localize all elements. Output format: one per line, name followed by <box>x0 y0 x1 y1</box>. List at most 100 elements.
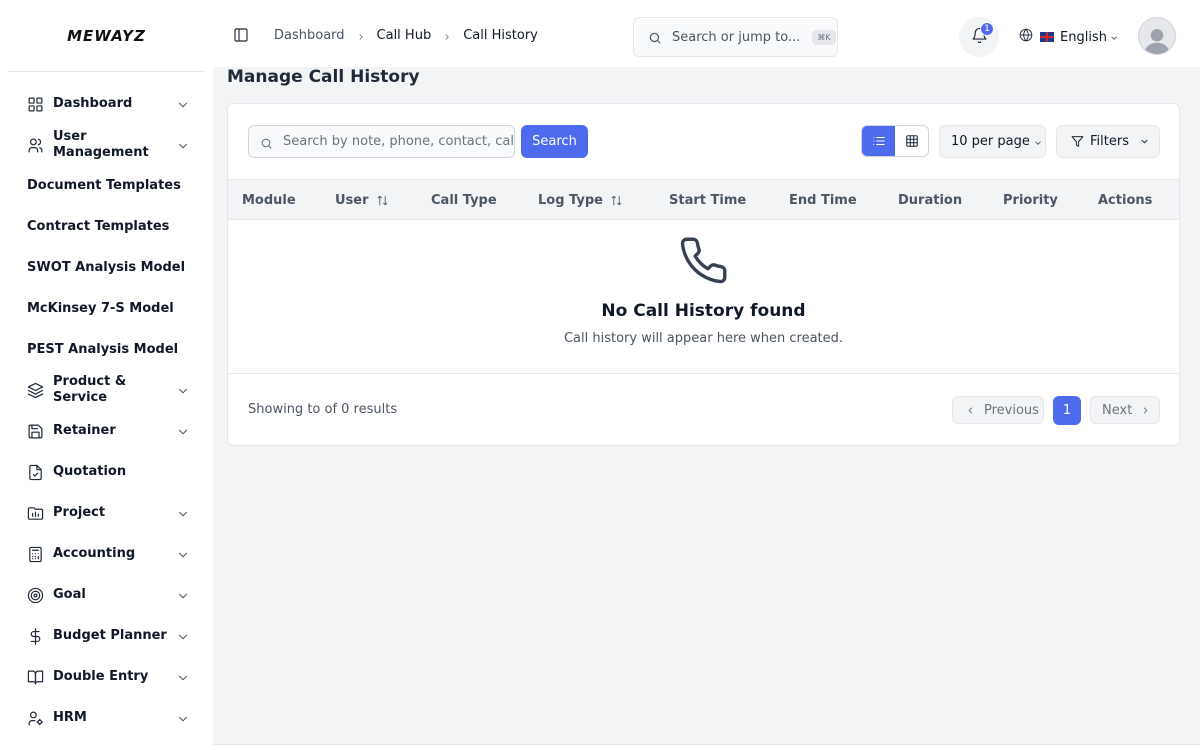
column-header-duration: Duration <box>898 193 963 208</box>
sidebar-item-document-templates[interactable]: Document Templates <box>20 177 192 195</box>
sidebar-toggle-icon[interactable] <box>233 27 249 43</box>
view-toggle <box>861 125 929 157</box>
chevron-down-icon <box>176 547 190 561</box>
table-search-field[interactable] <box>248 125 515 158</box>
notification-badge: 1 <box>980 22 994 36</box>
page-number-button[interactable]: 1 <box>1053 396 1081 425</box>
phone-icon <box>678 235 729 286</box>
book-icon <box>25 667 45 687</box>
sidebar-item-label: PEST Analysis Model <box>27 342 179 357</box>
globe-icon <box>1019 28 1033 46</box>
user-avatar-icon <box>1144 29 1170 54</box>
sort-icon[interactable] <box>610 194 623 207</box>
users-icon <box>25 135 45 155</box>
breadcrumb: Dashboard Call Hub Call History <box>274 28 538 43</box>
next-page-button[interactable]: Next <box>1090 396 1160 424</box>
language-label: English <box>1060 29 1107 45</box>
sidebar-item-user-management[interactable]: User Management <box>20 128 192 162</box>
filters-button[interactable]: Filters <box>1056 125 1160 158</box>
chevron-down-icon <box>176 97 190 111</box>
breadcrumb-item-dashboard[interactable]: Dashboard <box>274 28 345 43</box>
chevron-right-icon <box>1144 406 1148 414</box>
chevron-down-icon <box>176 424 190 438</box>
global-search-placeholder: Search or jump to... <box>672 29 801 45</box>
sidebar-item-label: Project <box>53 505 106 520</box>
column-header-start-time: Start Time <box>669 193 747 208</box>
chevron-down-icon <box>176 588 190 602</box>
global-search[interactable]: Search or jump to... ⌘K <box>633 17 838 57</box>
breadcrumb-item-call-history: Call History <box>463 28 538 43</box>
sidebar-item-label: Document Templates <box>27 178 181 193</box>
sidebar-item-retainer[interactable]: Retainer <box>20 422 192 440</box>
sidebar-item-pest[interactable]: PEST Analysis Model <box>20 341 192 359</box>
column-header-module: Module <box>242 193 296 208</box>
search-icon <box>648 30 662 44</box>
column-header-user[interactable]: User <box>335 193 389 208</box>
sidebar-item-label: Contract Templates <box>27 219 170 234</box>
empty-state-subtitle: Call history will appear here when creat… <box>563 331 844 346</box>
sidebar-item-label: Double Entry <box>53 669 149 684</box>
sidebar-item-mckinsey[interactable]: McKinsey 7-S Model <box>20 300 192 318</box>
grid-icon <box>25 94 45 114</box>
logo-text: MEWAYZ <box>67 26 146 45</box>
main-area: Dashboard Call Hub Call History Search o… <box>213 0 1200 745</box>
chevron-down-icon <box>176 383 190 397</box>
chevron-down-icon <box>176 711 190 725</box>
chevron-down-icon <box>176 670 190 684</box>
sidebar-item-label: Retainer <box>53 423 116 438</box>
previous-page-button[interactable]: Previous <box>952 396 1044 424</box>
sidebar-item-double-entry[interactable]: Double Entry <box>20 668 192 686</box>
sidebar-item-hrm[interactable]: HRM <box>20 709 192 727</box>
user-cog-icon <box>25 708 45 728</box>
sidebar-item-label: User Management <box>53 129 149 160</box>
column-header-call-type: Call Type <box>431 193 497 208</box>
sidebar-item-label: Dashboard <box>53 96 133 111</box>
save-icon <box>25 421 45 441</box>
page-title: Manage Call History <box>227 67 420 87</box>
uk-flag-icon <box>1040 32 1054 42</box>
table-search-input[interactable] <box>283 134 513 149</box>
language-selector[interactable]: English <box>1019 28 1119 46</box>
column-header-priority: Priority <box>1003 193 1058 208</box>
topbar: Dashboard Call Hub Call History Search o… <box>213 0 1200 67</box>
table-header: Module User Call Type Log Type Start Tim… <box>228 179 1179 220</box>
sort-icon[interactable] <box>376 194 389 207</box>
logo[interactable]: MEWAYZ <box>8 0 205 72</box>
sidebar-item-accounting[interactable]: Accounting <box>20 545 192 563</box>
breadcrumb-item-call-hub[interactable]: Call Hub <box>377 28 432 43</box>
sidebar-item-project[interactable]: Project <box>20 504 192 522</box>
chevron-left-icon <box>968 406 973 414</box>
column-header-log-type[interactable]: Log Type <box>538 193 623 208</box>
sidebar-item-label: McKinsey 7-S Model <box>27 301 174 316</box>
per-page-select[interactable]: 10 per page <box>939 125 1046 158</box>
sidebar-item-label: HRM <box>53 710 87 725</box>
empty-state-title: No Call History found <box>601 301 806 321</box>
sidebar-item-contract-templates[interactable]: Contract Templates <box>20 218 192 236</box>
column-header-end-time: End Time <box>789 193 857 208</box>
chevron-down-icon <box>1139 136 1150 147</box>
per-page-value: 10 per page <box>951 134 1030 149</box>
avatar[interactable] <box>1138 17 1176 55</box>
sidebar-item-goal[interactable]: Goal <box>20 586 192 604</box>
sidebar-item-quotation[interactable]: Quotation <box>20 463 192 481</box>
chart-folder-icon <box>25 503 45 523</box>
empty-state: No Call History found Call history will … <box>228 220 1179 374</box>
chevron-down-icon <box>176 138 190 152</box>
sidebar-item-product-service[interactable]: Product & Service <box>20 373 192 407</box>
target-icon <box>25 585 45 605</box>
grid-view-button[interactable] <box>895 126 928 156</box>
sidebar-item-label: Accounting <box>53 546 136 561</box>
sidebar-item-dashboard[interactable]: Dashboard <box>20 95 192 113</box>
chevron-down-icon <box>1109 32 1119 42</box>
sidebar-item-budget-planner[interactable]: Budget Planner <box>20 627 192 645</box>
list-view-button[interactable] <box>862 126 895 156</box>
notifications-button[interactable]: 1 <box>959 17 999 57</box>
chevron-down-icon <box>1033 137 1043 147</box>
sidebar-item-swot[interactable]: SWOT Analysis Model <box>20 259 192 277</box>
filter-icon <box>1071 135 1084 148</box>
sidebar-item-label: Budget Planner <box>53 628 167 643</box>
search-button[interactable]: Search <box>521 125 588 158</box>
chevron-down-icon <box>176 506 190 520</box>
dollar-icon <box>25 626 45 646</box>
chevron-down-icon <box>176 629 190 643</box>
